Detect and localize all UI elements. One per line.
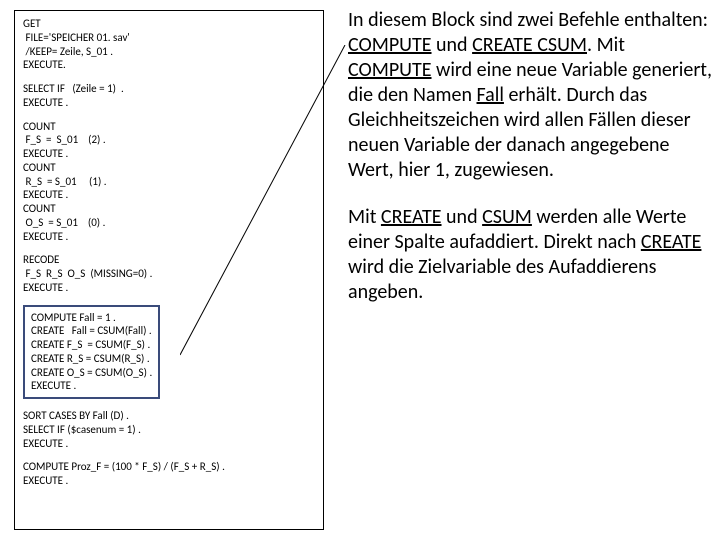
code-block-recode: RECODE F_S R_S O_S (MISSING=0) . EXECUTE…: [23, 253, 315, 294]
text: . Mit: [587, 33, 625, 57]
keyword-create: CREATE: [641, 230, 702, 254]
code-block-count: COUNT F_S = S_01 (2) . EXECUTE . COUNT R…: [23, 120, 315, 244]
paragraph-1: In diesem Block sind zwei Befehle enthal…: [348, 8, 712, 183]
explanation-panel: In diesem Block sind zwei Befehle enthal…: [348, 8, 712, 327]
text: und: [432, 33, 473, 57]
keyword-csum: CSUM: [482, 205, 532, 229]
keyword-compute: COMPUTE: [348, 33, 432, 57]
code-block-sort: SORT CASES BY Fall (D) . SELECT IF ($cas…: [23, 409, 315, 450]
text: und: [442, 205, 483, 229]
keyword-create-csum: CREATE CSUM: [472, 33, 587, 57]
code-panel: GET FILE='SPEICHER 01. sav' /KEEP= Zeile…: [14, 10, 324, 530]
text: In diesem Block sind zwei Befehle enthal…: [348, 8, 708, 32]
code-block-get: GET FILE='SPEICHER 01. sav' /KEEP= Zeile…: [23, 17, 315, 72]
text: Mit: [348, 205, 381, 229]
keyword-compute: COMPUTE: [348, 58, 432, 82]
code-block-prozf: COMPUTE Proz_F = (100 * F_S) / (F_S + R_…: [23, 460, 315, 488]
paragraph-2: Mit CREATE und CSUM werden alle Werte ei…: [348, 205, 712, 305]
code-block-compute-create: COMPUTE Fall = 1 . CREATE Fall = CSUM(Fa…: [23, 305, 160, 400]
keyword-create: CREATE: [381, 205, 442, 229]
code-block-selectif: SELECT IF (Zeile = 1) . EXECUTE .: [23, 82, 315, 110]
keyword-fall: Fall: [477, 83, 504, 107]
text: wird die Zielvariable des Aufaddierens a…: [348, 255, 656, 304]
